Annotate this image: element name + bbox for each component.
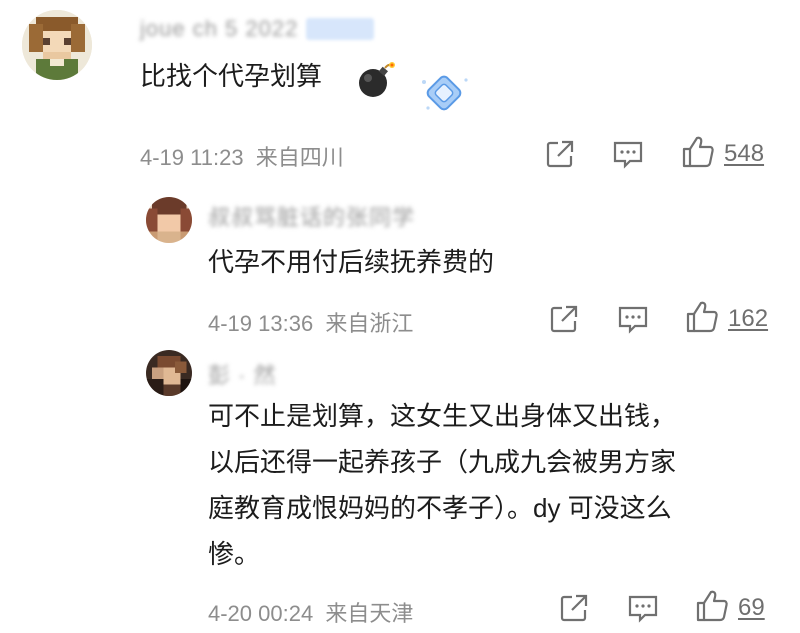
comment-text-line: 可不止是划算，这女生又出身体又出钱，: [208, 401, 677, 431]
comment-meta: 4-20 00:24 来自天津: [208, 596, 413, 628]
comment-location: 来自浙江: [325, 311, 414, 336]
comment-location: 来自四川: [255, 145, 344, 170]
reply-item: 彭 · 然 可不止是划算，这女生又出身体又出钱， 以后还得一起养孩子（九成九会被…: [0, 340, 800, 633]
comment-text-line: 庭教育成恨妈妈的不孝子）。dy 可没这么: [208, 493, 672, 523]
share-icon[interactable]: [544, 138, 576, 170]
comment-icon[interactable]: [611, 138, 645, 170]
comment-text-line: 以后还得一起养孩子（九成九会被男方家: [208, 447, 677, 477]
thumbs-up-icon[interactable]: [694, 588, 730, 624]
like-count[interactable]: 69: [738, 594, 765, 622]
comment-icon[interactable]: [626, 592, 660, 624]
user-badge: [306, 18, 374, 40]
bomb-icon: [356, 60, 396, 100]
comment-text: 比找个代孕划算: [140, 56, 322, 96]
comment-time: 4-19 11:23: [140, 145, 244, 170]
thumbs-up-icon[interactable]: [680, 134, 716, 170]
comment-text: 代孕不用付后续抚养费的: [208, 247, 495, 277]
like-count[interactable]: 548: [724, 140, 764, 168]
reply-item: 叔叔骂脏话的张同学 代孕不用付后续抚养费的 4-19 13:36 来自浙江 16…: [0, 180, 800, 340]
comment-icon[interactable]: [616, 303, 650, 335]
comment-time: 4-19 13:36: [208, 311, 314, 336]
comment-text: 可不止是划算，这女生又出身体又出钱， 以后还得一起养孩子（九成九会被男方家 庭教…: [208, 396, 778, 574]
comment-item: joue ch 5 2022 比找个代孕划算 4-19 11:23 来自四川 5…: [0, 0, 800, 178]
username[interactable]: joue ch 5 2022: [140, 16, 298, 42]
comment-location: 来自天津: [325, 601, 414, 626]
comment-text-body: 比找个代孕划算: [140, 61, 323, 91]
diamond-sticker-icon: [416, 70, 472, 116]
thumbs-up-icon[interactable]: [684, 299, 720, 335]
like-count[interactable]: 162: [728, 305, 768, 333]
comment-meta: 4-19 13:36 来自浙江: [208, 306, 413, 338]
username[interactable]: 叔叔骂脏话的张同学: [208, 200, 415, 232]
comment-time: 4-20 00:24: [208, 601, 314, 626]
avatar[interactable]: [146, 197, 192, 243]
avatar[interactable]: [146, 350, 192, 396]
share-icon[interactable]: [558, 592, 590, 624]
comment-meta: 4-19 11:23 来自四川: [140, 140, 344, 172]
comment-text-line: 惨。: [208, 539, 261, 569]
share-icon[interactable]: [548, 303, 580, 335]
avatar[interactable]: [22, 10, 92, 80]
username[interactable]: 彭 · 然: [208, 358, 277, 390]
